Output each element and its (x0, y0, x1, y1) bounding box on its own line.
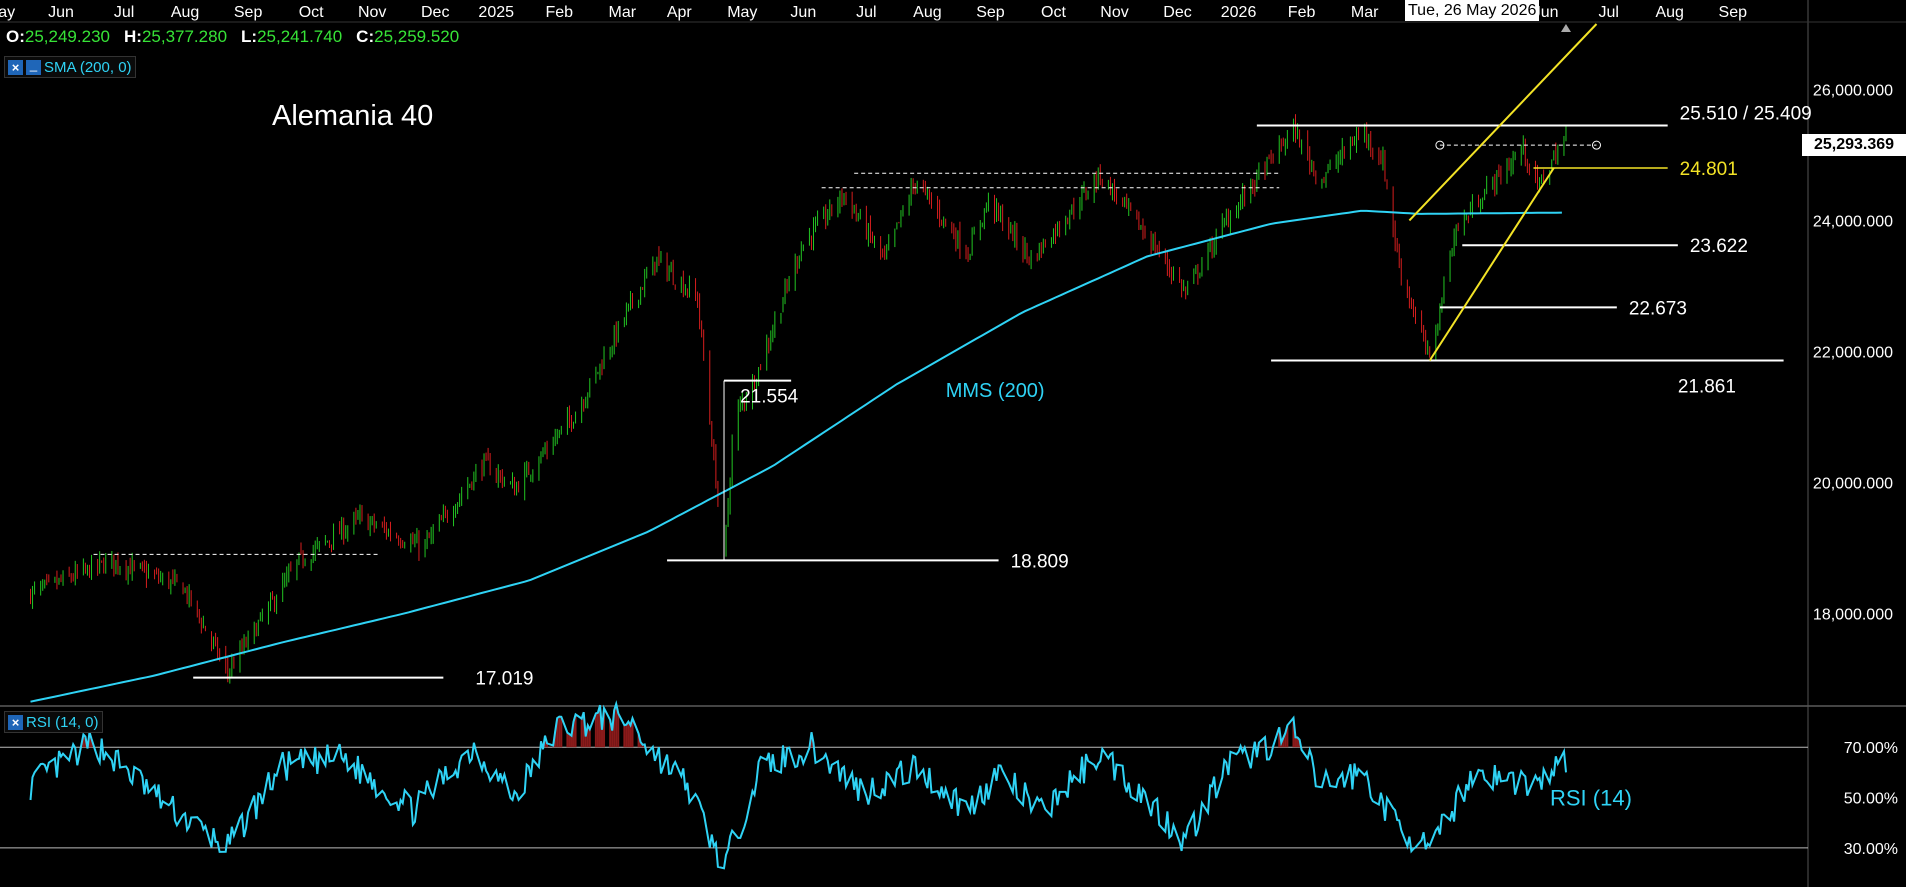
level-label: 21.861 (1678, 377, 1736, 398)
x-tick-label: Nov (358, 4, 386, 21)
rsi-tick-label: 30.00% (1844, 841, 1898, 858)
rsi-tick-label: 70.00% (1844, 740, 1898, 757)
level-label: 17.019 (475, 669, 533, 690)
y-tick-label: 24,000.000 (1813, 213, 1893, 230)
x-tick-label: May (0, 4, 15, 21)
close-label: C: (356, 27, 375, 46)
x-tick-label: Sep (1719, 4, 1748, 21)
high-label: H: (123, 27, 142, 46)
x-tick-label: Jul (1598, 4, 1618, 21)
x-tick-label: Apr (667, 4, 693, 21)
high-value: 25,377.280 (141, 27, 228, 46)
rsi-indicator-button[interactable]: × RSI (14, 0) (4, 711, 103, 733)
cursor-marker-icon (1560, 24, 1571, 32)
open-value: 25,249.230 (24, 27, 110, 46)
x-tick-label: Aug (913, 4, 941, 21)
x-tick-label: Sep (976, 4, 1005, 21)
x-tick-label: Mar (1351, 4, 1379, 21)
open-label: O: (6, 27, 25, 46)
close-icon[interactable]: × (8, 59, 23, 75)
level-label: 18.809 (1011, 551, 1069, 572)
x-tick-label: Jun (790, 4, 816, 21)
x-tick-label: Jul (856, 4, 876, 21)
chart-title: Alemania 40 (272, 100, 434, 132)
channel-line (1408, 23, 1598, 222)
rsi-tick-label: 50.00% (1844, 791, 1898, 808)
last-price-label: 25,293.369 (1802, 134, 1906, 156)
y-tick-label: 18,000.000 (1813, 606, 1893, 623)
y-tick-label: 20,000.000 (1813, 475, 1893, 492)
rsi-line (29, 700, 1567, 870)
level-label: 22.673 (1629, 298, 1687, 319)
level-label: 23.622 (1690, 236, 1748, 257)
close-icon[interactable]: × (8, 714, 23, 730)
x-tick-label: Jun (48, 4, 74, 21)
x-tick-label: Feb (545, 4, 573, 21)
sma-label: MMS (200) (946, 380, 1045, 402)
ohlc-readout: O:25,249.230 H:25,377.280 L:25,241.740 C… (6, 27, 459, 47)
x-tick-label: Feb (1288, 4, 1316, 21)
level-label: 21.554 (740, 387, 799, 408)
x-tick-label: Dec (1163, 4, 1191, 21)
sma-indicator-label: SMA (200, 0) (44, 58, 132, 76)
low-value: 25,241.740 (257, 27, 343, 46)
x-tick-label: May (727, 4, 757, 21)
minimize-icon[interactable]: _ (26, 58, 41, 75)
x-tick-label: Dec (421, 4, 449, 21)
rsi-label: RSI (14) (1550, 786, 1632, 811)
price-chart[interactable]: May Jun Jul Aug Sep Oct Nov Dec 2025 Feb Mar Apr May… (0, 0, 1906, 887)
y-tick-label: 22,000.000 (1813, 344, 1893, 361)
close-value: 25,259.520 (374, 27, 460, 46)
x-tick-label: Sep (234, 4, 263, 21)
x-tick-label: Aug (171, 4, 199, 21)
sma-indicator-button[interactable]: × _ SMA (200, 0) (4, 56, 136, 78)
x-tick-label: Oct (1041, 4, 1066, 21)
channel-line (1428, 167, 1555, 362)
cursor-date-label: Tue, 26 May 2026 (1405, 0, 1540, 21)
x-tick-label: Oct (299, 4, 324, 21)
x-tick-label: Jul (114, 4, 134, 21)
x-tick-label: 2025 (478, 4, 514, 21)
level-label: 25.510 / 25.409 (1680, 103, 1812, 124)
rsi-indicator-label: RSI (14, 0) (26, 713, 99, 731)
x-tick-label: Mar (609, 4, 637, 21)
level-label: 24.801 (1680, 159, 1738, 180)
x-tick-label: Aug (1655, 4, 1683, 21)
x-tick-label: 2026 (1221, 4, 1257, 21)
y-tick-label: 26,000.000 (1813, 82, 1893, 99)
x-tick-label: Nov (1100, 4, 1128, 21)
sma-200-line (30, 209, 1562, 703)
low-label: L: (241, 27, 258, 46)
